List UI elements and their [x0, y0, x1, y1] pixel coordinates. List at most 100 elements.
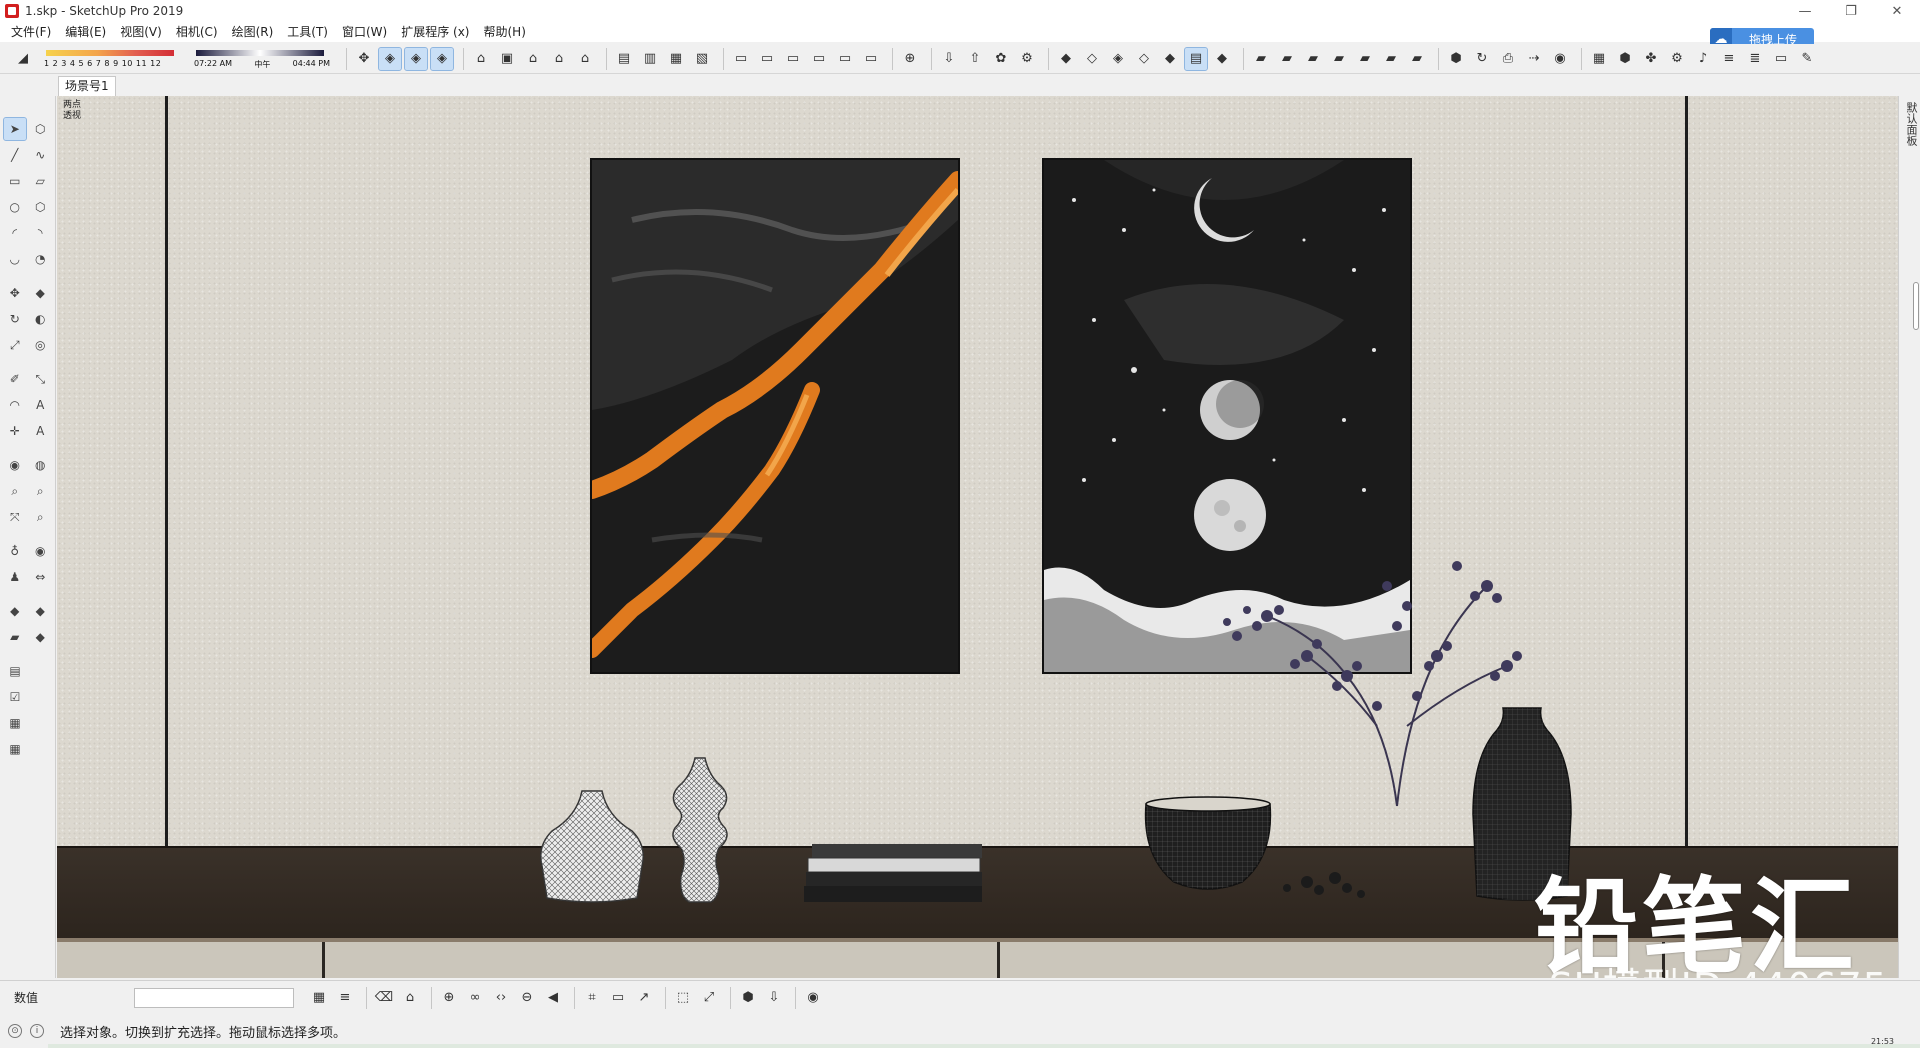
scale-icon[interactable]: ⤢	[4, 334, 26, 356]
two-point-arc-icon[interactable]: ◝	[30, 222, 52, 244]
info-icon[interactable]: i	[30, 1024, 44, 1038]
smoove-icon[interactable]: ◈	[1107, 48, 1129, 70]
no-entry-icon[interactable]: ⊖	[516, 987, 538, 1009]
make-component-icon[interactable]: ⬡	[30, 118, 52, 140]
user-account-icon[interactable]: ◉	[802, 987, 824, 1009]
external-link-icon[interactable]: ↗	[633, 987, 655, 1009]
rotate-icon[interactable]: ↻	[4, 308, 26, 330]
eraser-icon[interactable]: ◢	[12, 48, 34, 70]
walk-icon[interactable]: ♟	[4, 566, 26, 588]
shadow-month-slider[interactable]: 1 2 3 4 5 6 7 8 9 10 11 12	[38, 46, 178, 72]
layer-tool-icon[interactable]: ▦	[1588, 48, 1610, 70]
menu-window[interactable]: 窗口(W)	[335, 22, 394, 42]
section-cut-icon[interactable]: ▥	[639, 48, 661, 70]
component-icon[interactable]: ⬢	[1614, 48, 1636, 70]
arc-icon[interactable]: ◜	[4, 222, 26, 244]
zoom-extents-icon[interactable]: ⤧	[4, 506, 26, 528]
section-fill-icon[interactable]: ▦	[665, 48, 687, 70]
plugin-gray-4-icon[interactable]: ▰	[1406, 48, 1428, 70]
model-viewport[interactable]: 两点 透视 铅笔汇	[57, 96, 1898, 978]
layer-icon[interactable]: ▦	[308, 987, 330, 1009]
top-view-icon[interactable]: ▣	[496, 48, 518, 70]
tape-measure-icon[interactable]: ✐	[4, 368, 26, 390]
restore-button[interactable]: ❐	[1828, 0, 1874, 22]
painting-fire[interactable]	[590, 158, 960, 674]
shaded-icon[interactable]: ▭	[834, 48, 856, 70]
menu-edit[interactable]: 编辑(E)	[58, 22, 113, 42]
chat-icon[interactable]: ▭	[1770, 48, 1792, 70]
extension-warehouse-icon[interactable]: ✿	[990, 48, 1012, 70]
section-plane-icon[interactable]: ▤	[613, 48, 635, 70]
pencil-icon[interactable]: ✎	[1796, 48, 1818, 70]
extension-icon[interactable]: ▰	[4, 626, 26, 648]
axes-icon[interactable]: ✛	[4, 420, 26, 442]
plugin-b-icon[interactable]: ▦	[4, 738, 26, 760]
3d-text-icon[interactable]: A	[30, 420, 52, 442]
scene-tab-1[interactable]: 场景号1	[58, 76, 116, 96]
crop-icon[interactable]: ⌗	[581, 987, 603, 1009]
freehand-icon[interactable]: ∿	[30, 144, 52, 166]
outliner-icon[interactable]: ▤	[4, 660, 26, 682]
plugin-gray-2-icon[interactable]: ▰	[1354, 48, 1376, 70]
offset-icon[interactable]: ◎	[30, 334, 52, 356]
polygon-icon[interactable]: ⬡	[30, 196, 52, 218]
dimension-icon[interactable]: ⤡	[30, 368, 52, 390]
share-model-icon[interactable]: ◆	[30, 600, 52, 622]
export-icon[interactable]: ⇢	[1523, 48, 1545, 70]
zoom-icon[interactable]: ⌕	[4, 480, 26, 502]
front-view-icon[interactable]: ⌂	[522, 48, 544, 70]
menu-extensions[interactable]: 扩展程序 (x)	[394, 22, 476, 42]
section-plane-tool-icon[interactable]: ⇔	[30, 566, 52, 588]
iso-view-icon[interactable]: ◈	[378, 46, 402, 71]
stamp-icon[interactable]: ◇	[1133, 48, 1155, 70]
right-view-icon[interactable]: ⌂	[548, 48, 570, 70]
hidden-line-icon[interactable]: ▭	[808, 48, 830, 70]
plugin-red-1-icon[interactable]: ▰	[1250, 48, 1272, 70]
orbit-icon[interactable]: ◍	[30, 454, 52, 476]
geo-location-icon[interactable]: ⊕	[899, 48, 921, 70]
plugin-gray-3-icon[interactable]: ▰	[1380, 48, 1402, 70]
warehouse-download-icon[interactable]: ⇩	[938, 48, 960, 70]
look-around-icon[interactable]: ◉	[30, 540, 52, 562]
warehouse-icon[interactable]: ◆	[4, 600, 26, 622]
iso-house-icon[interactable]: ⌂	[470, 48, 492, 70]
box-view-icon[interactable]: ◈	[404, 46, 428, 71]
back-edges-icon[interactable]: ▭	[756, 48, 778, 70]
download-icon[interactable]: ⇩	[763, 987, 785, 1009]
menu-view[interactable]: 视图(V)	[113, 22, 169, 42]
refresh-icon[interactable]: ↻	[1471, 48, 1493, 70]
text-icon[interactable]: A	[30, 394, 52, 416]
solid-tools-icon[interactable]: ⬢	[1445, 48, 1467, 70]
orbit-arrows-icon[interactable]: ✥	[353, 48, 375, 70]
extension-manager-icon[interactable]: ⚙	[1016, 48, 1038, 70]
position-camera-icon[interactable]: ♁	[4, 540, 26, 562]
tray-scroll-handle[interactable]	[1913, 282, 1919, 330]
shadow-time-slider[interactable]: 07:22 AM 中午 04:44 PM	[190, 46, 330, 72]
protractor-icon[interactable]: ◠	[4, 394, 26, 416]
rectangle-icon[interactable]: ▭	[4, 170, 26, 192]
menu-file[interactable]: 文件(F)	[4, 22, 58, 42]
sandbox-scratch-icon[interactable]: ◇	[1081, 48, 1103, 70]
plugin-red-3-icon[interactable]: ▰	[1302, 48, 1324, 70]
select-region-icon[interactable]: ⬚	[672, 987, 694, 1009]
globe-icon[interactable]: ⊕	[438, 987, 460, 1009]
close-button[interactable]: ✕	[1874, 0, 1920, 22]
ruler-icon[interactable]: ▭	[607, 987, 629, 1009]
flip-edge-icon[interactable]: ◆	[1211, 48, 1233, 70]
paint-bucket-icon[interactable]: ◉	[4, 454, 26, 476]
align-icon[interactable]: ≡	[1718, 48, 1740, 70]
section-display-icon[interactable]: ▧	[691, 48, 713, 70]
gear-icon[interactable]: ⚙	[1666, 48, 1688, 70]
zoom-window-icon[interactable]: ⌕	[30, 480, 52, 502]
circle-icon[interactable]: ○	[4, 196, 26, 218]
textured-icon[interactable]: ▭	[860, 48, 882, 70]
move-icon[interactable]: ✥	[4, 282, 26, 304]
printer-icon[interactable]: ⎙	[1497, 48, 1519, 70]
menu-camera[interactable]: 相机(C)	[169, 22, 225, 42]
menu-draw[interactable]: 绘图(R)	[225, 22, 281, 42]
warehouse-upload-icon[interactable]: ⇧	[964, 48, 986, 70]
trash-icon[interactable]: ⌫	[373, 987, 395, 1009]
distribute-icon[interactable]: ≣	[1744, 48, 1766, 70]
rotated-rectangle-icon[interactable]: ▱	[30, 170, 52, 192]
cube-export-icon[interactable]: ⬢	[737, 987, 759, 1009]
